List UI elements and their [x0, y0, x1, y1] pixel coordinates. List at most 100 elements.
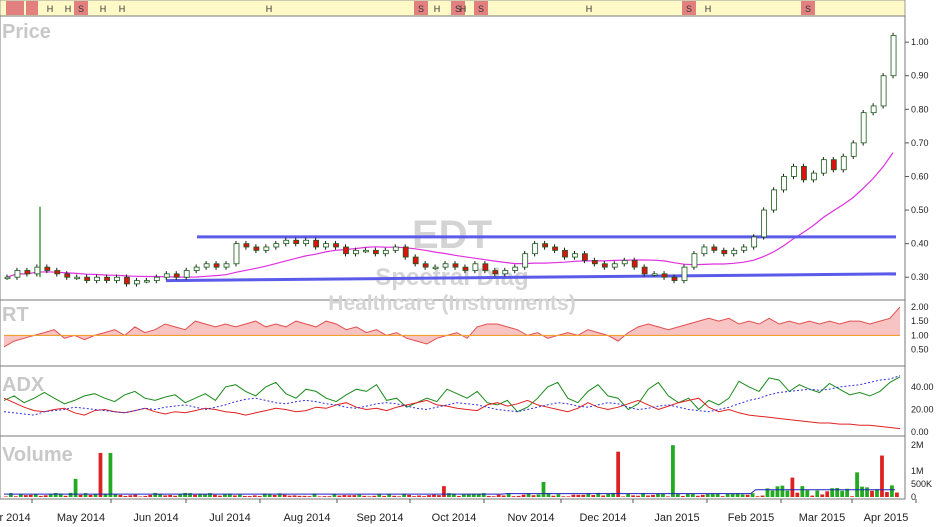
candle-body: [243, 243, 250, 248]
candle-body: [412, 256, 419, 265]
volume-bar: [432, 494, 436, 497]
volume-bar: [865, 487, 869, 497]
candle-body: [303, 239, 310, 245]
volume-bar: [775, 486, 780, 497]
candle-body: [44, 266, 51, 271]
volume-bar: [661, 493, 665, 497]
volume-bar: [745, 494, 750, 497]
volume-bar: [133, 494, 138, 497]
candle-body: [492, 270, 499, 275]
price-tick-label: 0.70: [911, 138, 929, 148]
price-tick-label: 0.50: [911, 205, 929, 215]
price-tick-label: 0.30: [911, 272, 929, 282]
volume-bar: [407, 494, 411, 497]
candle-body: [4, 276, 11, 280]
volume-bar: [372, 495, 377, 497]
volume-bar: [332, 494, 337, 497]
volume-bar: [33, 494, 38, 497]
volume-bar: [392, 495, 397, 497]
event-label: H: [586, 4, 593, 14]
volume-bar: [651, 494, 655, 497]
volume-bar: [18, 494, 23, 497]
event-label: H: [65, 4, 72, 14]
volume-bar: [153, 492, 158, 497]
volume-bar: [491, 496, 496, 497]
candle-body: [741, 246, 748, 251]
event-label: S: [805, 4, 811, 14]
volume-bar: [860, 486, 864, 497]
volume-bar: [337, 495, 342, 497]
volume-bar: [193, 494, 197, 497]
candle-body: [651, 273, 658, 276]
candle-body: [114, 276, 120, 281]
volume-bar: [880, 455, 884, 497]
candle-body: [761, 209, 768, 238]
volume-bar: [511, 496, 516, 497]
volume-bar: [725, 493, 730, 497]
candle-body: [661, 273, 668, 278]
candle-body: [890, 35, 897, 77]
candle-body: [820, 159, 827, 174]
volume-bar: [795, 492, 800, 497]
volume-bar: [183, 492, 187, 497]
rt-tick-label: 0.50: [911, 345, 929, 355]
candle-body: [562, 249, 568, 258]
candle-body: [631, 260, 638, 268]
volume-bar: [561, 496, 566, 497]
volume-bar: [43, 495, 48, 497]
rt-tick-label: 1.50: [911, 316, 929, 326]
volume-bar: [536, 494, 541, 497]
candle-body: [24, 270, 31, 275]
candle-body: [701, 246, 708, 255]
volume-bar: [4, 496, 8, 497]
stock-chart: H H S H H H S H SH S H S H S Price RT ADX Volume EDT …: [0, 0, 937, 527]
volume-bar: [302, 495, 307, 497]
volume-bar: [287, 495, 292, 497]
volume-bar: [163, 495, 168, 497]
volume-bar: [566, 496, 571, 497]
price-tick-label: 0.40: [911, 239, 929, 249]
volume-bar: [885, 492, 889, 497]
adx-tick-label: 20.00: [911, 404, 934, 414]
candle-body: [572, 253, 578, 258]
volume-bar: [173, 495, 178, 497]
volume-bar: [88, 494, 93, 497]
candle-body: [153, 276, 160, 281]
volume-bar: [671, 445, 675, 497]
volume-bar: [800, 486, 805, 497]
volume-bar: [362, 495, 367, 497]
candle-body: [591, 260, 598, 265]
volume-bar: [23, 495, 28, 497]
volume-bar: [875, 489, 879, 497]
candle-body: [233, 243, 240, 265]
volume-bar: [138, 496, 143, 497]
volume-bar: [237, 494, 242, 497]
event-label: H: [100, 4, 107, 14]
volume-bar: [531, 495, 536, 497]
rt-tick-label: 1.00: [911, 330, 929, 340]
candle-body: [462, 266, 469, 271]
volume-bar: [118, 494, 123, 497]
event-label: H: [460, 4, 467, 14]
event-label: H: [47, 4, 54, 14]
volume-bar: [178, 494, 182, 497]
candle-body: [582, 253, 588, 261]
candle-body: [143, 280, 150, 283]
candle-body: [203, 263, 210, 268]
candle-body: [253, 246, 260, 251]
candle-body: [183, 270, 190, 278]
candle-body: [711, 246, 718, 251]
candle-body: [621, 260, 628, 265]
rt-tick-label: 2.00: [911, 302, 929, 312]
volume-bar: [820, 494, 825, 497]
candle-body: [94, 276, 100, 281]
volume-bar: [825, 491, 830, 497]
volume-bar: [252, 495, 257, 497]
volume-bar: [601, 495, 606, 497]
event-label: S: [418, 4, 424, 14]
candle-body: [343, 246, 349, 255]
candle-body: [721, 249, 728, 255]
volume-bar: [422, 496, 426, 497]
volume-bar: [322, 496, 327, 497]
volume-bar: [780, 485, 785, 497]
